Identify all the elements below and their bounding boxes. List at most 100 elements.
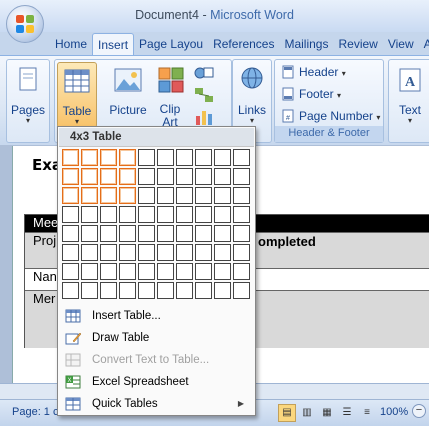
table-grid-cell[interactable] bbox=[214, 206, 231, 223]
clip-art-button[interactable]: Clip Art bbox=[155, 62, 185, 129]
excel-spreadsheet-menu-item[interactable]: X Excel Spreadsheet bbox=[59, 371, 254, 393]
page-count-status[interactable]: Page: 1 c bbox=[12, 406, 58, 418]
table-grid-cell[interactable] bbox=[119, 225, 136, 242]
table-grid-cell[interactable] bbox=[138, 149, 155, 166]
table-grid-cell[interactable] bbox=[81, 168, 98, 185]
outline-view-icon[interactable]: ☰ bbox=[338, 404, 356, 422]
links-button[interactable]: Links ▾ bbox=[235, 62, 269, 125]
tab-add-ins[interactable]: Add bbox=[419, 33, 429, 55]
table-grid-cell[interactable] bbox=[233, 244, 250, 261]
table-grid-cell[interactable] bbox=[119, 282, 136, 299]
table-grid-cell[interactable] bbox=[233, 187, 250, 204]
table-grid-cell[interactable] bbox=[157, 206, 174, 223]
table-grid-cell[interactable] bbox=[233, 263, 250, 280]
table-grid-cell[interactable] bbox=[195, 244, 212, 261]
draft-view-icon[interactable]: ≡ bbox=[358, 404, 376, 422]
table-grid-cell[interactable] bbox=[81, 244, 98, 261]
footer-button[interactable]: Footer ▾ bbox=[281, 84, 341, 104]
table-grid-cell[interactable] bbox=[176, 244, 193, 261]
table-grid-cell[interactable] bbox=[233, 225, 250, 242]
table-grid-cell[interactable] bbox=[214, 263, 231, 280]
picture-button[interactable]: Picture bbox=[105, 62, 151, 124]
table-grid-cell[interactable] bbox=[157, 282, 174, 299]
tab-home[interactable]: Home bbox=[50, 33, 92, 55]
table-grid-cell[interactable] bbox=[119, 149, 136, 166]
table-grid-cell[interactable] bbox=[81, 187, 98, 204]
table-grid-cell[interactable] bbox=[157, 225, 174, 242]
table-grid-cell[interactable] bbox=[176, 263, 193, 280]
table-grid-cell[interactable] bbox=[62, 244, 79, 261]
table-grid-cell[interactable] bbox=[214, 282, 231, 299]
table-grid-cell[interactable] bbox=[100, 149, 117, 166]
table-grid-cell[interactable] bbox=[195, 263, 212, 280]
table-grid-cell[interactable] bbox=[62, 225, 79, 242]
table-grid-cell[interactable] bbox=[138, 206, 155, 223]
table-grid-cell[interactable] bbox=[138, 263, 155, 280]
page-number-button[interactable]: # Page Number ▾ bbox=[281, 106, 380, 126]
table-grid-cell[interactable] bbox=[195, 225, 212, 242]
table-grid-cell[interactable] bbox=[195, 149, 212, 166]
table-grid-cell[interactable] bbox=[157, 244, 174, 261]
table-grid-cell[interactable] bbox=[62, 187, 79, 204]
tab-references[interactable]: References bbox=[208, 33, 279, 55]
table-grid-cell[interactable] bbox=[62, 149, 79, 166]
zoom-out-icon[interactable]: − bbox=[412, 404, 426, 418]
tab-review[interactable]: Review bbox=[333, 33, 382, 55]
table-grid-cell[interactable] bbox=[195, 187, 212, 204]
smartart-icon[interactable] bbox=[193, 86, 215, 104]
table-grid-cell[interactable] bbox=[138, 282, 155, 299]
tab-insert[interactable]: Insert bbox=[92, 33, 135, 55]
table-grid-cell[interactable] bbox=[119, 263, 136, 280]
convert-text-to-table-menu-item[interactable]: Convert Text to Table... bbox=[59, 349, 254, 371]
table-grid-cell[interactable] bbox=[214, 168, 231, 185]
table-grid-cell[interactable] bbox=[100, 168, 117, 185]
table-grid-cell[interactable] bbox=[176, 149, 193, 166]
text-button[interactable]: A Text ▾ bbox=[391, 62, 429, 125]
table-grid-cell[interactable] bbox=[100, 263, 117, 280]
quick-tables-menu-item[interactable]: Quick Tables ▶ bbox=[59, 393, 254, 415]
table-grid-cell[interactable] bbox=[62, 282, 79, 299]
tab-page-layout[interactable]: Page Layou bbox=[134, 33, 208, 55]
table-grid-cell[interactable] bbox=[214, 149, 231, 166]
full-screen-reading-view-icon[interactable]: ▥ bbox=[298, 404, 316, 422]
table-grid-cell[interactable] bbox=[119, 244, 136, 261]
tab-view[interactable]: View bbox=[383, 33, 419, 55]
table-grid-cell[interactable] bbox=[157, 187, 174, 204]
table-grid-cell[interactable] bbox=[62, 168, 79, 185]
table-grid-cell[interactable] bbox=[81, 282, 98, 299]
table-grid-cell[interactable] bbox=[138, 244, 155, 261]
chart-icon[interactable] bbox=[193, 108, 215, 126]
draw-table-menu-item[interactable]: Draw Table bbox=[59, 327, 254, 349]
table-grid-cell[interactable] bbox=[214, 187, 231, 204]
table-grid-cell[interactable] bbox=[176, 282, 193, 299]
pages-button[interactable]: Pages ▾ bbox=[9, 62, 47, 125]
zoom-level[interactable]: 100% bbox=[380, 406, 408, 418]
print-layout-view-icon[interactable]: ▤ bbox=[278, 404, 296, 422]
table-grid-cell[interactable] bbox=[233, 206, 250, 223]
table-grid-cell[interactable] bbox=[233, 149, 250, 166]
table-grid-cell[interactable] bbox=[157, 168, 174, 185]
table-grid-cell[interactable] bbox=[62, 263, 79, 280]
header-button[interactable]: Header ▾ bbox=[281, 62, 346, 82]
table-grid-cell[interactable] bbox=[100, 225, 117, 242]
table-grid-cell[interactable] bbox=[138, 225, 155, 242]
table-grid-cell[interactable] bbox=[157, 149, 174, 166]
table-grid-cell[interactable] bbox=[157, 263, 174, 280]
table-grid-cell[interactable] bbox=[176, 225, 193, 242]
insert-table-menu-item[interactable]: Insert Table... bbox=[59, 305, 254, 327]
table-grid-cell[interactable] bbox=[195, 206, 212, 223]
table-grid-cell[interactable] bbox=[195, 168, 212, 185]
table-grid-cell[interactable] bbox=[138, 187, 155, 204]
table-grid-cell[interactable] bbox=[81, 206, 98, 223]
table-grid-cell[interactable] bbox=[119, 187, 136, 204]
table-grid-cell[interactable] bbox=[176, 168, 193, 185]
shapes-icon[interactable] bbox=[193, 64, 215, 82]
table-grid-cell[interactable] bbox=[100, 244, 117, 261]
table-grid-cell[interactable] bbox=[138, 168, 155, 185]
table-grid-cell[interactable] bbox=[81, 263, 98, 280]
table-grid-cell[interactable] bbox=[119, 206, 136, 223]
table-grid-cell[interactable] bbox=[81, 149, 98, 166]
table-grid-cell[interactable] bbox=[100, 206, 117, 223]
table-grid-cell[interactable] bbox=[233, 282, 250, 299]
table-grid-cell[interactable] bbox=[176, 206, 193, 223]
